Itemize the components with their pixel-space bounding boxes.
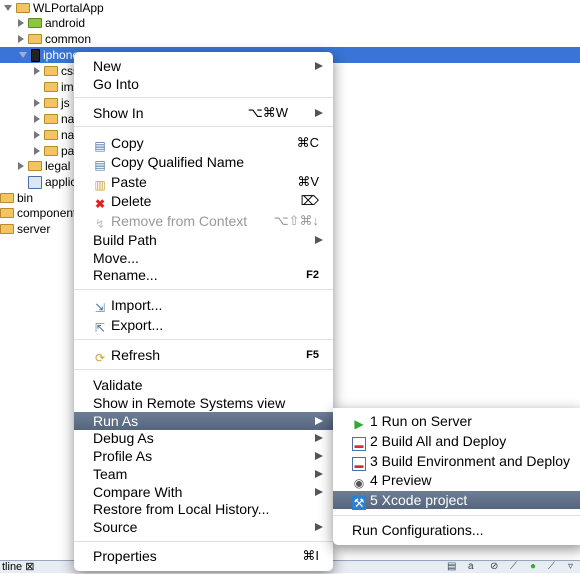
folder-icon	[0, 193, 14, 203]
separator	[74, 289, 333, 290]
folder-icon	[44, 146, 58, 156]
submenu-arrow-icon	[315, 417, 323, 425]
folder-icon	[0, 224, 14, 234]
folder-icon	[28, 34, 42, 44]
submenu-arrow-icon	[315, 523, 323, 531]
folder-icon	[0, 208, 14, 218]
menu-item-export[interactable]: ⇱ Export...	[74, 316, 333, 335]
submenu-arrow-icon	[315, 488, 323, 496]
menu-item-build-path[interactable]: Build Path	[74, 231, 333, 249]
menu-item-go-into[interactable]: Go Into	[74, 75, 333, 93]
copy-qualified-icon: ▤	[94, 158, 106, 172]
folder-icon	[44, 82, 58, 92]
submenu-item-build-env-deploy[interactable]: ▬ 3 Build Environment and Deploy	[333, 452, 580, 471]
submenu-item-build-all-deploy[interactable]: ▬ 2 Build All and Deploy	[333, 432, 580, 451]
menu-item-remove-from-context[interactable]: ↯ Remove from Context ⌥⇧⌘↓	[74, 212, 333, 231]
xcode-icon: ⚒	[352, 496, 366, 510]
delete-icon: ✖	[94, 197, 106, 211]
remove-context-icon: ↯	[94, 217, 106, 231]
sort-icon[interactable]: a	[468, 562, 478, 572]
tree-item-legal[interactable]: legal	[18, 158, 70, 174]
menu-item-delete[interactable]: ✖ Delete ⌦	[74, 192, 333, 211]
submenu-item-run-configurations[interactable]: Run Configurations...	[333, 521, 580, 539]
menu-item-copy-qualified-name[interactable]: ▤ Copy Qualified Name	[74, 153, 333, 172]
iphone-icon	[31, 48, 40, 62]
eye-icon: ◉	[353, 476, 365, 490]
tree-item-components[interactable]: components	[0, 205, 82, 221]
separator	[333, 515, 580, 516]
tree-item-android[interactable]: android	[18, 15, 85, 31]
menu-item-validate[interactable]: Validate	[74, 376, 333, 394]
menu-item-properties[interactable]: Properties ⌘I	[74, 547, 333, 565]
project-icon	[16, 3, 30, 13]
separator	[74, 339, 333, 340]
paste-icon: ▥	[94, 178, 106, 192]
separator	[74, 126, 333, 127]
menu-item-restore-local-history[interactable]: Restore from Local History...	[74, 500, 333, 518]
menu-item-team[interactable]: Team	[74, 465, 333, 483]
build-deploy-icon: ▬	[352, 437, 366, 451]
menu-item-new[interactable]: New	[74, 57, 333, 75]
menu-item-debug-as[interactable]: Debug As	[74, 429, 333, 447]
build-env-icon: ▬	[352, 457, 366, 471]
outline-tab[interactable]: tline ⊠	[0, 561, 34, 574]
import-icon: ⇲	[94, 301, 106, 315]
copy-icon: ▤	[94, 139, 106, 153]
hide-local-types-icon[interactable]: ⟋	[548, 562, 558, 572]
tree-item-bin[interactable]: bin	[0, 190, 33, 206]
menu-item-paste[interactable]: ▥ Paste ⌘V	[74, 173, 333, 192]
export-icon: ⇱	[94, 321, 106, 335]
menu-item-compare-with[interactable]: Compare With	[74, 483, 333, 501]
separator	[74, 541, 333, 542]
submenu-arrow-icon	[315, 470, 323, 478]
folder-icon	[44, 66, 58, 76]
separator	[74, 369, 333, 370]
collapse-icon[interactable]: ▤	[447, 562, 457, 572]
folder-icon	[28, 161, 42, 171]
menu-item-source[interactable]: Source	[74, 518, 333, 536]
view-menu-icon[interactable]: ▿	[568, 562, 578, 572]
hide-static-icon[interactable]: ⟋	[510, 562, 520, 572]
run-as-submenu: ▶ 1 Run on Server ▬ 2 Build All and Deploy…	[333, 408, 580, 545]
run-on-server-icon: ▶	[354, 417, 364, 431]
menu-item-copy[interactable]: ▤ Copy ⌘C	[74, 134, 333, 153]
hide-nonpublic-icon[interactable]: ●	[530, 562, 540, 572]
menu-item-show-in-remote-systems[interactable]: Show in Remote Systems view	[74, 394, 333, 412]
menu-item-import[interactable]: ⇲ Import...	[74, 296, 333, 315]
submenu-arrow-icon	[315, 109, 323, 117]
xml-file-icon	[28, 175, 42, 189]
menu-item-move[interactable]: Move...	[74, 249, 333, 267]
folder-icon	[44, 130, 58, 140]
submenu-item-run-on-server[interactable]: ▶ 1 Run on Server	[333, 412, 580, 431]
tree-item-css[interactable]: css	[34, 63, 79, 79]
menu-item-profile-as[interactable]: Profile As	[74, 447, 333, 465]
submenu-arrow-icon	[315, 236, 323, 244]
hide-fields-icon[interactable]: ⊘	[490, 562, 500, 572]
tree-item-js[interactable]: js	[34, 95, 70, 111]
android-icon	[28, 18, 42, 28]
submenu-item-xcode-project[interactable]: ⚒ 5 Xcode project	[333, 491, 580, 510]
menu-item-refresh[interactable]: ⟳ Refresh F5	[74, 346, 333, 365]
submenu-item-preview[interactable]: ◉ 4 Preview	[333, 471, 580, 490]
separator	[74, 97, 333, 98]
tree-item-common[interactable]: common	[18, 31, 91, 47]
submenu-arrow-icon	[315, 62, 323, 70]
menu-item-show-in[interactable]: Show In ⌥⌘W	[74, 104, 333, 122]
menu-item-run-as[interactable]: Run As	[74, 412, 333, 430]
close-icon[interactable]: ⊠	[25, 561, 34, 573]
refresh-icon: ⟳	[94, 351, 106, 365]
folder-icon	[44, 114, 58, 124]
submenu-arrow-icon	[315, 452, 323, 460]
context-menu: New Go Into Show In ⌥⌘W ▤ Copy ⌘C ▤ Copy Qua…	[74, 52, 333, 571]
menu-item-rename[interactable]: Rename... F2	[74, 266, 333, 284]
tree-item-wlportalapp[interactable]: WLPortalApp	[4, 0, 104, 16]
tree-item-server[interactable]: server	[0, 221, 50, 237]
submenu-arrow-icon	[315, 434, 323, 442]
folder-icon	[44, 98, 58, 108]
